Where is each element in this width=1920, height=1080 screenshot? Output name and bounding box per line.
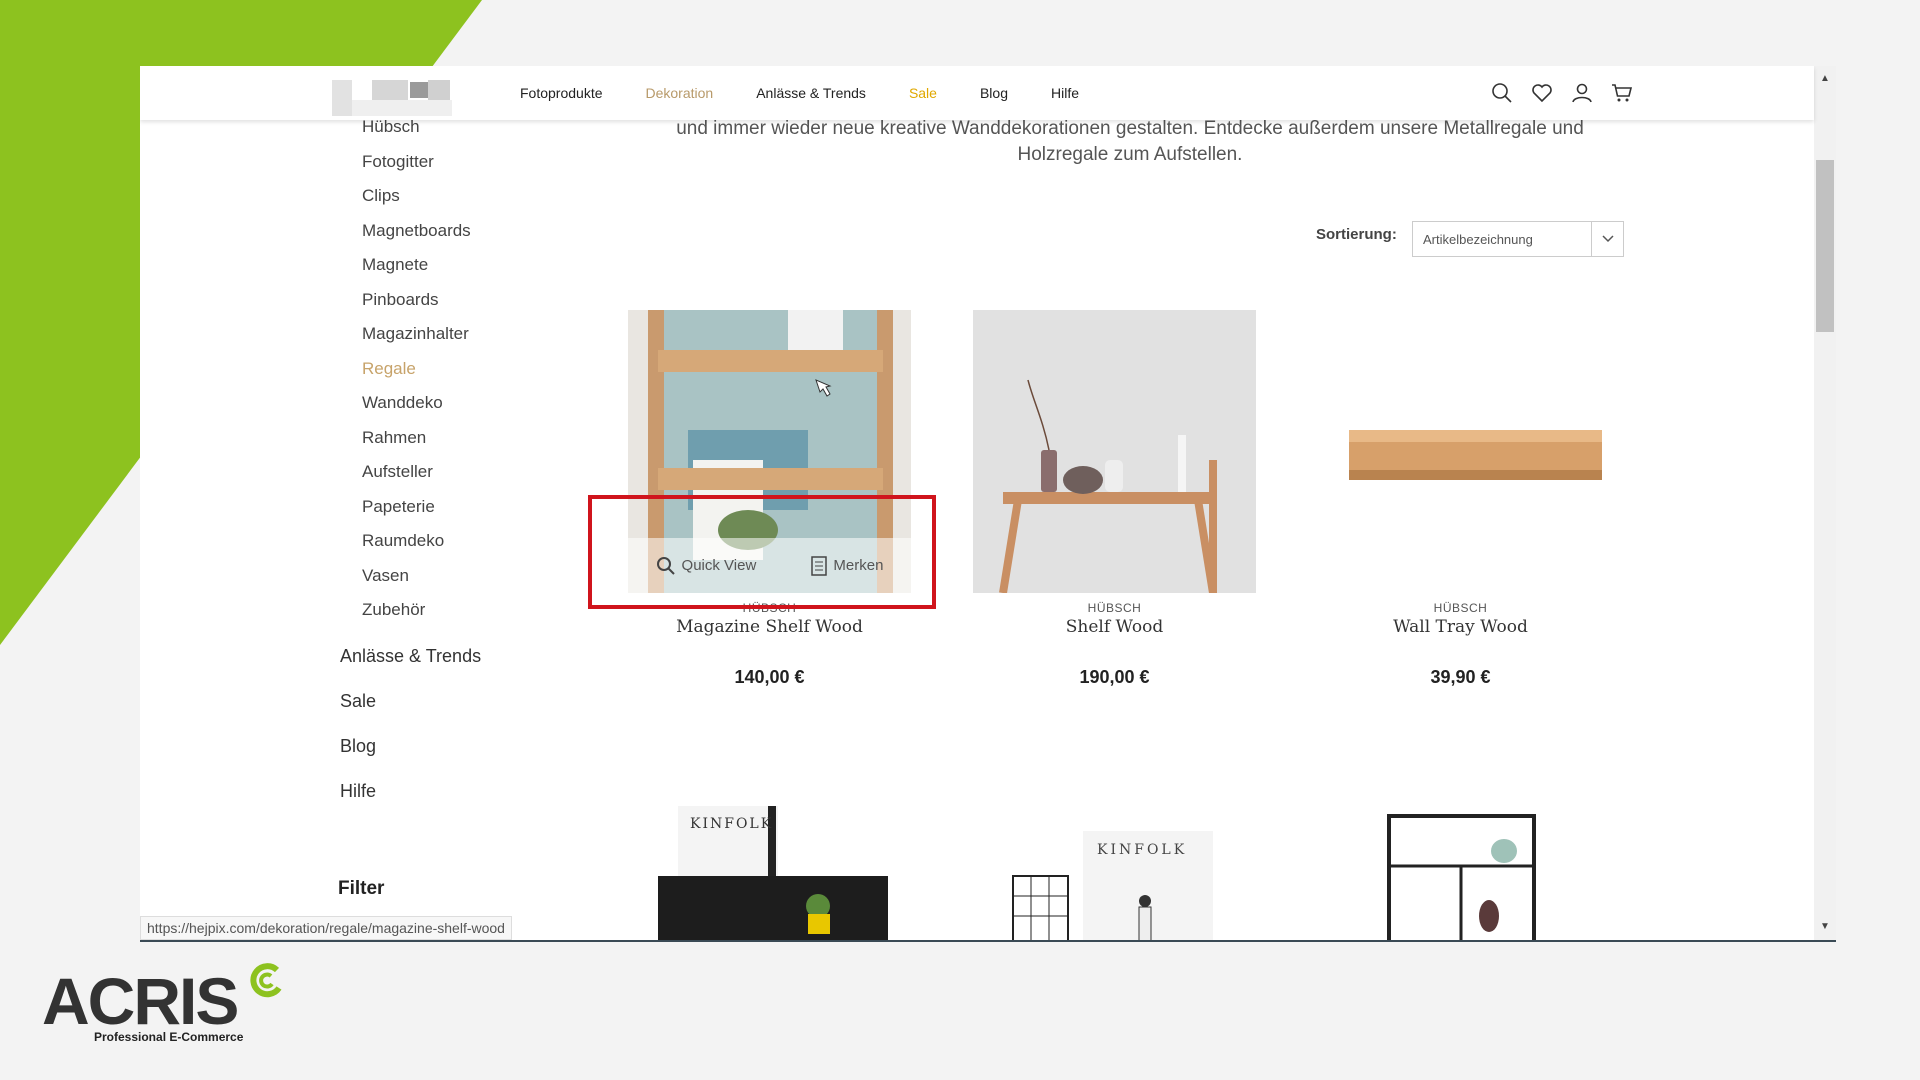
sidebar-item-fotogitter[interactable]: Fotogitter bbox=[340, 145, 600, 180]
nav-blog[interactable]: Blog bbox=[980, 85, 1008, 101]
sidebar-item-sale[interactable]: Sale bbox=[340, 679, 600, 724]
sidebar-item-aufsteller[interactable]: Aufsteller bbox=[340, 455, 600, 490]
nav-dekoration[interactable]: Dekoration bbox=[646, 85, 714, 101]
sidebar-item-papeterie[interactable]: Papeterie bbox=[340, 490, 600, 525]
sidebar-item-regale[interactable]: Regale bbox=[340, 352, 600, 387]
site-header: Fotoprodukte Dekoration Anlässe & Trends… bbox=[140, 66, 1814, 120]
product-card-shelf-wood[interactable]: HÜBSCH Shelf Wood 190,00 € bbox=[973, 310, 1256, 688]
main-nav: Fotoprodukte Dekoration Anlässe & Trends… bbox=[520, 66, 1122, 120]
product-name[interactable]: Magazine Shelf Wood bbox=[628, 617, 911, 637]
user-icon[interactable] bbox=[1570, 81, 1594, 105]
filter-heading[interactable]: Filter bbox=[338, 878, 384, 900]
browser-status-url: https://hejpix.com/dekoration/regale/mag… bbox=[140, 916, 512, 940]
heart-icon[interactable] bbox=[1530, 81, 1554, 105]
sidebar-item-zubehoer[interactable]: Zubehör bbox=[340, 593, 600, 628]
sidebar-item-raumdeko[interactable]: Raumdeko bbox=[340, 524, 600, 559]
product-brand: HÜBSCH bbox=[1087, 601, 1142, 615]
cart-icon[interactable] bbox=[1610, 81, 1634, 105]
acris-logo: ACRIS Professional E-Commerce bbox=[42, 963, 282, 1044]
sidebar-item-wanddeko[interactable]: Wanddeko bbox=[340, 386, 600, 421]
product-price: 190,00 € bbox=[1079, 667, 1150, 687]
sidebar-item-rahmen[interactable]: Rahmen bbox=[340, 421, 600, 456]
sidebar-item-magnetboards[interactable]: Magnetboards bbox=[340, 214, 600, 249]
sidebar-item-pinboards[interactable]: Pinboards bbox=[340, 283, 600, 318]
chevron-down-icon[interactable] bbox=[1591, 222, 1623, 256]
nav-sale[interactable]: Sale bbox=[909, 85, 937, 101]
product-card-wall-tray-wood[interactable]: HÜBSCH Wall Tray Wood 39,90 € bbox=[1319, 310, 1602, 688]
product-image-shelf-wood[interactable] bbox=[973, 310, 1256, 593]
scroll-thumb[interactable] bbox=[1816, 160, 1834, 332]
acris-tagline: Professional E-Commerce bbox=[94, 1030, 244, 1044]
product-name[interactable]: Wall Tray Wood bbox=[1319, 617, 1602, 637]
nav-anlaesse-trends[interactable]: Anlässe & Trends bbox=[756, 85, 866, 101]
category-sidebar: Hübsch Fotogitter Clips Magnetboards Mag… bbox=[340, 110, 600, 814]
header-actions bbox=[1490, 81, 1634, 105]
sort-select[interactable]: Artikelbezeichnung bbox=[1412, 221, 1624, 257]
kinfolk-label: KINFOLK bbox=[1097, 842, 1188, 858]
scrollbar[interactable]: ▲ ▼ bbox=[1814, 66, 1836, 940]
kinfolk-label: KINFOLK bbox=[690, 816, 774, 832]
product-card-row2-1[interactable]: KINFOLK bbox=[628, 806, 911, 940]
browser-viewport: Fotoprodukte Dekoration Anlässe & Trends… bbox=[140, 66, 1836, 942]
sidebar-item-magazinhalter[interactable]: Magazinhalter bbox=[340, 317, 600, 352]
product-image-wall-tray[interactable] bbox=[1319, 310, 1602, 593]
sidebar-item-magnete[interactable]: Magnete bbox=[340, 248, 600, 283]
sidebar-item-anlaesse-trends[interactable]: Anlässe & Trends bbox=[340, 634, 600, 679]
highlight-box bbox=[588, 495, 936, 609]
sidebar-item-vasen[interactable]: Vasen bbox=[340, 559, 600, 594]
product-card-row2-2[interactable]: KINFOLK bbox=[973, 806, 1256, 940]
category-description: und immer wieder neue kreative Wanddekor… bbox=[676, 118, 1584, 165]
product-price: 39,90 € bbox=[1430, 667, 1491, 687]
acris-swirl-icon bbox=[250, 963, 282, 998]
sidebar-item-clips[interactable]: Clips bbox=[340, 179, 600, 214]
sort-label: Sortierung: bbox=[1316, 226, 1397, 243]
nav-hilfe[interactable]: Hilfe bbox=[1051, 85, 1079, 101]
product-card-row2-3[interactable] bbox=[1319, 806, 1602, 940]
product-name[interactable]: Shelf Wood bbox=[973, 617, 1256, 637]
scroll-down-icon[interactable]: ▼ bbox=[1818, 920, 1832, 934]
scroll-up-icon[interactable]: ▲ bbox=[1818, 72, 1832, 86]
sidebar-item-hilfe[interactable]: Hilfe bbox=[340, 769, 600, 814]
product-price: 140,00 € bbox=[734, 667, 805, 687]
product-brand: HÜBSCH bbox=[1433, 601, 1488, 615]
sidebar-item-blog[interactable]: Blog bbox=[340, 724, 600, 769]
sort-select-value: Artikelbezeichnung bbox=[1423, 231, 1533, 247]
nav-fotoprodukte[interactable]: Fotoprodukte bbox=[520, 85, 603, 101]
shop-logo-blurred[interactable] bbox=[332, 74, 462, 116]
acris-wordmark: ACRIS bbox=[42, 964, 239, 1038]
search-icon[interactable] bbox=[1490, 81, 1514, 105]
